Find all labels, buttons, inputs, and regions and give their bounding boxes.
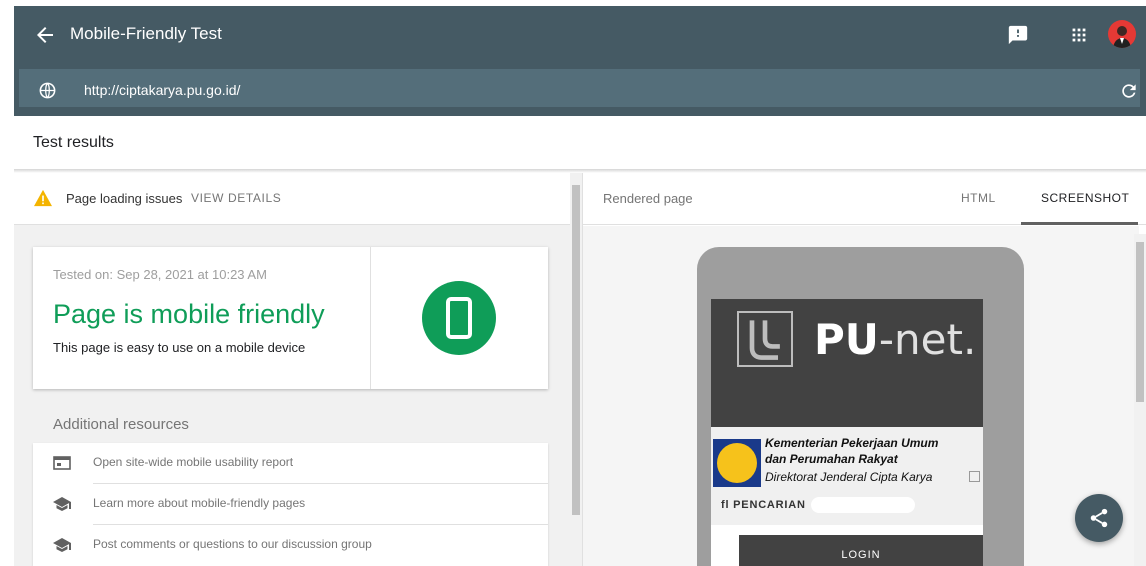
resource-discussion-group[interactable]: Post comments or questions to our discus…: [33, 525, 548, 566]
resource-label: Post comments or questions to our discus…: [93, 537, 372, 551]
avatar-person-icon: [1113, 26, 1131, 48]
card-divider: [370, 247, 371, 389]
ministry-line-2: dan Perumahan Rakyat: [765, 452, 898, 466]
share-icon: [1090, 508, 1108, 528]
resources-list: Open site-wide mobile usability report L…: [33, 443, 548, 566]
ministry-line-3: Direktorat Jenderal Cipta Karya: [765, 470, 933, 484]
site-search-input: [811, 497, 915, 513]
checkbox-glyph: [969, 471, 980, 482]
apps-grid-icon[interactable]: [1068, 24, 1090, 46]
url-input[interactable]: http://ciptakarya.pu.go.id/: [84, 82, 240, 98]
view-details-link[interactable]: VIEW DETAILS: [191, 191, 281, 205]
issues-label: Page loading issues: [66, 191, 183, 206]
mobile-friendly-badge: [422, 281, 496, 355]
app-shell: Mobile-Friendly Test http://ciptakarya.p…: [14, 6, 1146, 566]
resource-label: Open site-wide mobile usability report: [93, 455, 294, 469]
ministry-banner: Kementerian Pekerjaan Umum dan Perumahan…: [711, 427, 983, 525]
active-tab-indicator: [1021, 222, 1138, 225]
left-scrollbar[interactable]: [570, 173, 582, 566]
resource-usability-report[interactable]: Open site-wide mobile usability report: [33, 443, 548, 484]
ministry-logo: [713, 439, 761, 487]
url-input-container[interactable]: http://ciptakarya.pu.go.id/: [19, 69, 1140, 107]
smartphone-icon: [446, 297, 472, 339]
back-arrow-icon[interactable]: [33, 23, 57, 47]
globe-icon: [39, 82, 56, 99]
search-label: fl PENCARIAN: [721, 499, 806, 511]
refresh-icon[interactable]: [1119, 81, 1139, 101]
phone-screen: PU-net. Kementerian Pekerjaan Umum dan P…: [711, 299, 983, 566]
share-button[interactable]: [1075, 494, 1123, 542]
report-icon: [53, 456, 71, 470]
site-brand: PU-net.: [814, 315, 976, 364]
phone-frame: PU-net. Kementerian Pekerjaan Umum dan P…: [697, 247, 1024, 566]
site-brand-rest: -net.: [878, 315, 977, 364]
rendered-page-label: Rendered page: [603, 191, 693, 206]
verdict-heading: Page is mobile friendly: [53, 299, 325, 329]
resource-label: Learn more about mobile-friendly pages: [93, 496, 306, 510]
page-loading-issues-bar: Page loading issues VIEW DETAILS: [14, 173, 570, 225]
right-scrollbar-thumb[interactable]: [1136, 242, 1144, 402]
url-bar: http://ciptakarya.pu.go.id/: [14, 66, 1146, 116]
right-scrollbar[interactable]: [1134, 234, 1146, 566]
school-icon: [53, 538, 71, 552]
tested-on-text: Tested on: Sep 28, 2021 at 10:23 AM: [53, 267, 267, 282]
verdict-card: Tested on: Sep 28, 2021 at 10:23 AM Page…: [33, 247, 548, 389]
screenshot-stage: PU-net. Kementerian Pekerjaan Umum dan P…: [583, 226, 1139, 566]
results-title: Test results: [33, 134, 114, 151]
site-header: PU-net.: [711, 299, 983, 427]
account-avatar[interactable]: [1108, 20, 1136, 48]
site-login-button: LOGIN: [739, 535, 983, 566]
verdict-subtitle: This page is easy to use on a mobile dev…: [53, 340, 306, 355]
app-title: Mobile-Friendly Test: [70, 24, 222, 43]
left-scrollbar-thumb[interactable]: [572, 185, 580, 515]
pu-logo-icon: [737, 311, 793, 367]
results-panel: Page loading issues VIEW DETAILS Tested …: [14, 173, 570, 566]
ministry-line-1: Kementerian Pekerjaan Umum: [765, 436, 939, 450]
tab-screenshot[interactable]: SCREENSHOT: [1041, 191, 1129, 205]
resource-learn-more[interactable]: Learn more about mobile-friendly pages: [33, 484, 548, 525]
school-icon: [53, 497, 71, 511]
feedback-icon[interactable]: [1007, 24, 1029, 46]
rendered-page-panel: Rendered page HTML SCREENSHOT PU-net. Ke…: [582, 173, 1146, 566]
rendered-page-header: Rendered page HTML SCREENSHOT: [583, 173, 1146, 225]
additional-resources-heading: Additional resources: [53, 416, 189, 433]
warning-icon: [34, 189, 52, 207]
tab-html[interactable]: HTML: [961, 191, 996, 205]
app-bar: Mobile-Friendly Test: [14, 6, 1146, 66]
site-brand-bold: PU: [814, 315, 879, 364]
